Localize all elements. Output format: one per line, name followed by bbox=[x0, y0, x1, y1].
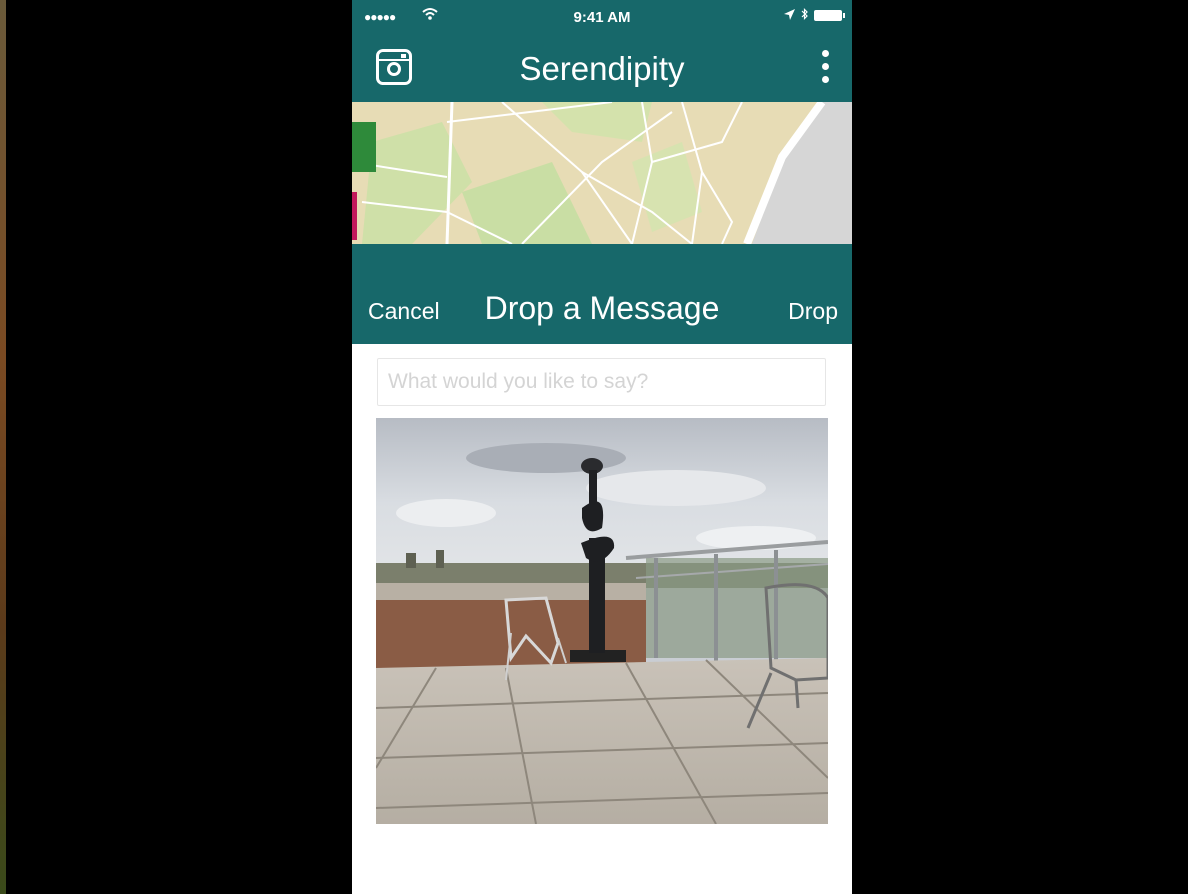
bluetooth-icon bbox=[801, 8, 808, 23]
map-edge-tab[interactable] bbox=[352, 122, 376, 172]
location-arrow-icon bbox=[784, 8, 795, 23]
drop-message-title: Drop a Message bbox=[484, 290, 720, 326]
kebab-menu-icon[interactable] bbox=[820, 50, 830, 86]
status-bar: ●●●●● 9:41 AM bbox=[352, 0, 852, 36]
phone-screen: ●●●●● 9:41 AM Serendipity Cancel Drop a … bbox=[352, 0, 852, 894]
compose-area bbox=[352, 344, 852, 894]
drop-message-header: Cancel Drop a Message Drop bbox=[352, 244, 852, 344]
drop-button[interactable]: Drop bbox=[788, 298, 838, 325]
screen: ●●●●● 9:41 AM Serendipity Cancel Drop a … bbox=[0, 0, 1188, 894]
battery-icon bbox=[814, 10, 845, 21]
background-edge bbox=[0, 0, 6, 894]
app-header: Serendipity bbox=[352, 36, 852, 102]
status-time: 9:41 AM bbox=[573, 9, 631, 26]
message-input[interactable] bbox=[377, 358, 826, 406]
map-view[interactable] bbox=[352, 102, 852, 244]
attached-photo[interactable] bbox=[376, 418, 828, 824]
status-indicators bbox=[784, 8, 845, 23]
app-title: Serendipity bbox=[519, 50, 685, 87]
map-edge-marker bbox=[352, 192, 357, 240]
